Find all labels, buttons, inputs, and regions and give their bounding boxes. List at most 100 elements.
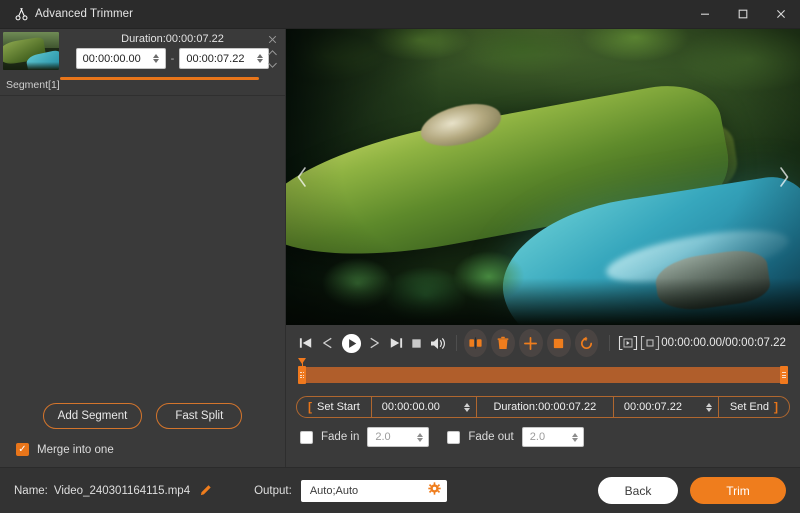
snapshot-button[interactable] (639, 332, 661, 354)
trash-icon (497, 336, 509, 349)
main-body: Segment[1] Duration:00:00:07.22 00:00:00… (0, 29, 800, 467)
fade-out-checkbox[interactable] (447, 430, 461, 444)
output-format-value: Auto;Auto (309, 484, 359, 497)
trim-start-stepper[interactable] (462, 402, 472, 412)
transport-controls: 00:00:00.00/00:00:07.22 (296, 325, 790, 361)
next-segment-button[interactable] (771, 154, 797, 200)
chevron-down-icon (267, 62, 277, 68)
segment-start-stepper[interactable] (151, 54, 162, 63)
merge-into-one-checkbox[interactable]: ✓ (16, 443, 29, 456)
fade-in-checkbox[interactable] (300, 430, 313, 444)
segments-empty-area (0, 96, 285, 403)
trim-end-input[interactable]: 00:00:07.22 (614, 397, 718, 417)
time-separator: - (170, 52, 175, 65)
segment-side-actions (263, 34, 281, 69)
video-preview[interactable] (286, 29, 800, 325)
add-button[interactable] (519, 329, 543, 357)
fade-out-value: 2.0 (529, 431, 546, 443)
segment-fields: Duration:00:00:07.22 00:00:00.00 - 00:00… (60, 29, 285, 95)
skip-to-start-icon (299, 338, 312, 348)
time-readout: 00:00:00.00/00:00:07.22 (661, 337, 786, 349)
back-button[interactable]: Back (598, 477, 678, 504)
segment-start-input[interactable]: 00:00:00.00 (75, 48, 166, 69)
close-icon (777, 10, 785, 18)
bottom-bar: Name: Video_240301164115.mp4 Output: Aut… (0, 467, 800, 513)
speaker-icon (431, 337, 445, 349)
set-end-label: Set End (729, 401, 769, 413)
video-frame (286, 29, 800, 325)
segment-thumbnail-area: Segment[1] (0, 29, 60, 95)
timeline-playhead[interactable] (298, 358, 306, 383)
step-forward-button[interactable] (364, 330, 385, 356)
segment-range-bar[interactable] (60, 77, 259, 80)
file-name-label: Name: (14, 484, 48, 497)
segment-thumbnail (3, 32, 59, 70)
segment-close-button[interactable] (267, 34, 278, 45)
plus-icon (524, 336, 538, 350)
crop-button[interactable] (546, 329, 571, 357)
set-end-button[interactable]: Set End ] (719, 397, 789, 417)
delete-button[interactable] (491, 329, 516, 357)
timeline-selection[interactable] (298, 367, 788, 383)
controls-separator-2 (609, 335, 611, 351)
previous-segment-button[interactable] (289, 154, 315, 200)
trim-start-value: 00:00:00.00 (381, 401, 440, 413)
timeline-end-handle[interactable] (780, 366, 788, 384)
play-icon (341, 333, 361, 353)
rename-button[interactable] (199, 484, 212, 497)
segment-start-value: 00:00:00.00 (82, 52, 141, 65)
step-backward-button[interactable] (317, 330, 338, 356)
trim-button[interactable]: Trim (690, 477, 786, 504)
set-start-bracket-icon: [ (308, 400, 312, 414)
add-segment-button[interactable]: Add Segment (42, 403, 143, 429)
merge-into-one-row[interactable]: ✓ Merge into one (0, 443, 285, 456)
trim-duration-label: Duration:00:00:07.22 (493, 401, 597, 413)
chevron-right-icon (780, 167, 789, 187)
bracket-square-icon (641, 335, 660, 351)
maximize-button[interactable] (724, 0, 762, 29)
segment-move-up-button[interactable] (267, 49, 278, 57)
jump-to-start-button[interactable] (296, 330, 317, 356)
controls-area: 00:00:00.00/00:00:07.22 [Set Start 00:0… (286, 325, 800, 467)
fast-forward-icon (370, 337, 379, 349)
timeline[interactable] (296, 358, 790, 389)
reset-button[interactable] (574, 329, 599, 357)
volume-button[interactable] (427, 330, 448, 356)
timeline-track[interactable] (298, 358, 788, 384)
split-button[interactable] (463, 329, 488, 357)
trim-start-input[interactable]: 00:00:00.00 (372, 397, 476, 417)
maximize-icon (738, 9, 748, 19)
segment-end-input[interactable]: 00:00:07.22 (179, 48, 270, 69)
fade-out-label: Fade out (468, 431, 514, 443)
segment-label: Segment[1] (6, 79, 60, 91)
segment-move-down-button[interactable] (267, 61, 278, 69)
pencil-icon (200, 485, 211, 496)
play-button[interactable] (338, 330, 363, 356)
fade-out-stepper[interactable] (570, 432, 580, 442)
fast-split-button[interactable]: Fast Split (156, 403, 243, 429)
gear-icon (428, 481, 441, 495)
file-name-value: Video_240301164115.mp4 (53, 484, 191, 497)
segment-row[interactable]: Segment[1] Duration:00:00:07.22 00:00:00… (0, 29, 285, 95)
output-format-select[interactable]: Auto;Auto (300, 479, 447, 502)
segments-panel: Segment[1] Duration:00:00:07.22 00:00:00… (0, 29, 286, 467)
output-settings-button[interactable] (428, 481, 441, 500)
fade-in-label: Fade in (321, 431, 360, 443)
fade-out-input[interactable]: 2.0 (521, 427, 584, 447)
jump-to-end-button[interactable] (385, 330, 406, 356)
fade-in-input[interactable]: 2.0 (367, 427, 430, 447)
square-icon (553, 338, 564, 348)
segment-range-bar-wrap[interactable] (60, 77, 259, 81)
fade-in-stepper[interactable] (415, 432, 425, 442)
chevron-up-icon (267, 50, 277, 56)
trim-end-stepper[interactable] (704, 402, 714, 412)
preview-clip-button[interactable] (617, 332, 639, 354)
stop-button[interactable] (406, 330, 427, 356)
merge-into-one-label: Merge into one (37, 443, 114, 456)
close-window-button[interactable] (762, 0, 800, 29)
close-icon (268, 35, 276, 44)
minimize-button[interactable] (686, 0, 724, 29)
segment-end-value: 00:00:07.22 (186, 52, 245, 65)
set-start-button[interactable]: [ Set Start (297, 397, 371, 417)
title-bar: Advanced Trimmer (0, 0, 800, 29)
